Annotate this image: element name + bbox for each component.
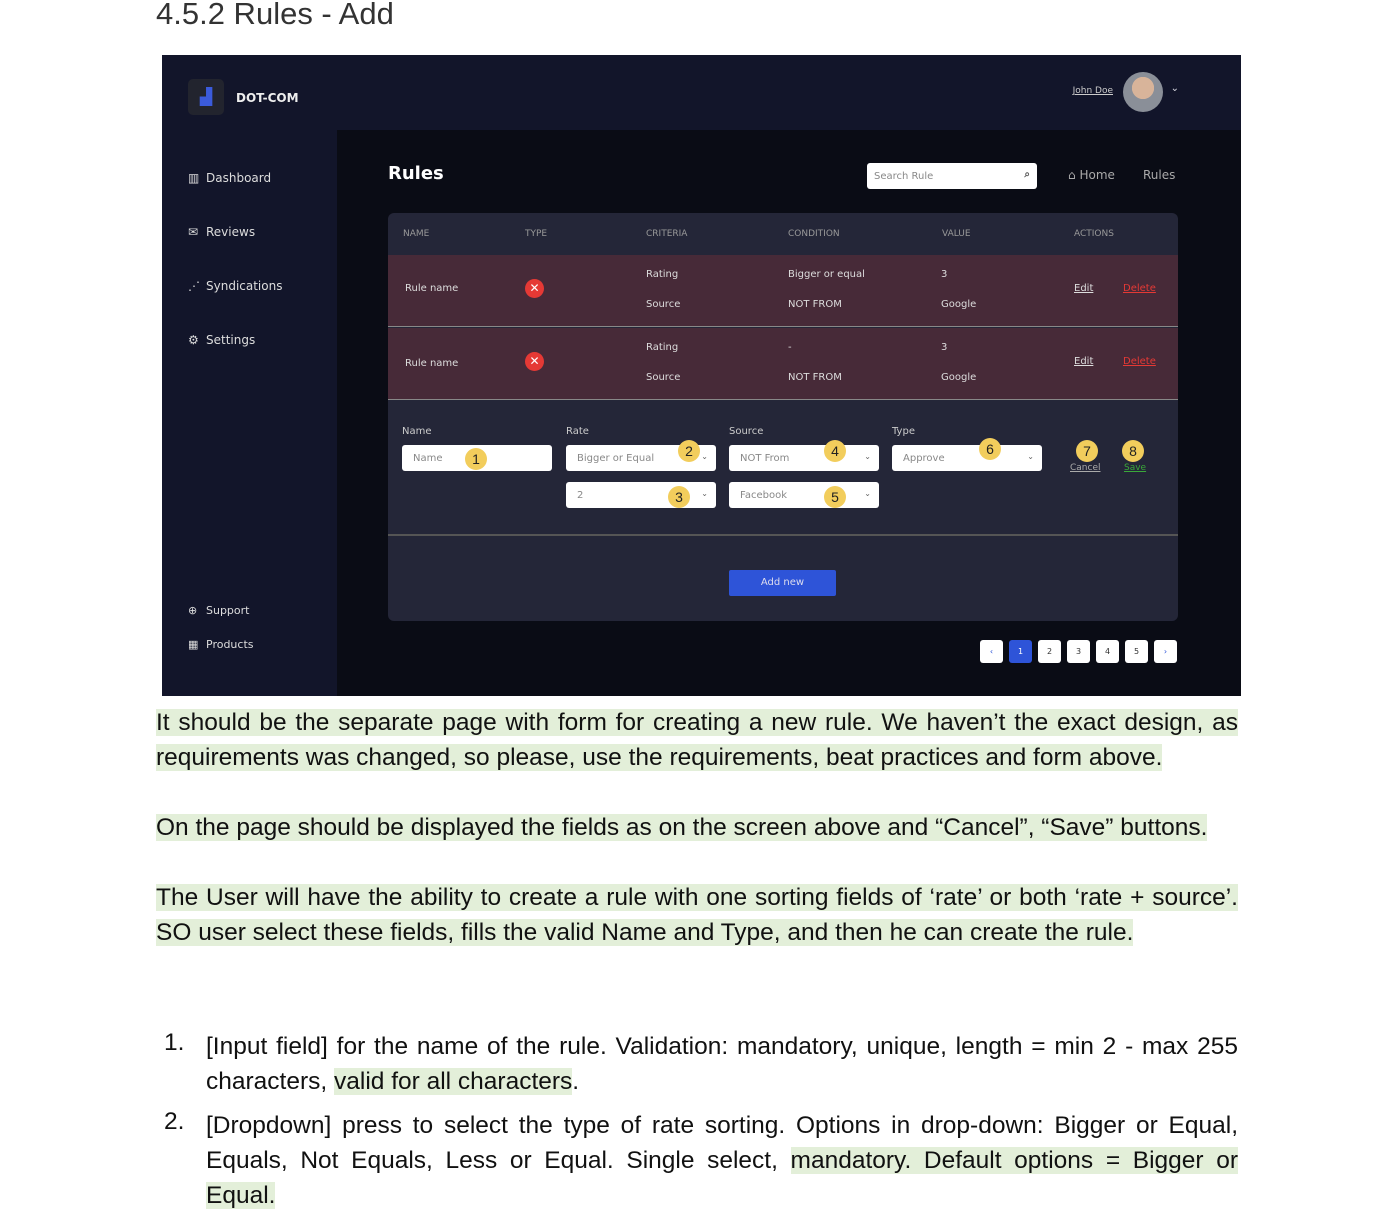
rule-name: Rule name [405, 358, 459, 369]
save-button[interactable]: Save [1124, 463, 1146, 473]
rule-name: Rule name [405, 283, 459, 294]
rate-value-dropdown[interactable]: 2 ⌄ [566, 482, 716, 508]
column-header: VALUE [942, 229, 971, 239]
paragraph-text: It should be the separate page with form… [156, 709, 1238, 771]
value: 3 [941, 269, 948, 280]
nav-reviews[interactable]: ✉ Reviews [188, 225, 255, 239]
value: 3 [941, 342, 948, 353]
value: Google [941, 372, 977, 383]
source-label: Source [729, 426, 764, 437]
chevron-down-icon[interactable]: ⌄ [1171, 83, 1179, 94]
annotation-badge: 5 [824, 486, 846, 508]
annotation-badge: 6 [979, 438, 1001, 460]
criteria: Source [646, 372, 681, 383]
nav-dashboard[interactable]: ▥ Dashboard [188, 171, 271, 185]
gear-icon: ⚙ [188, 333, 199, 347]
edit-link[interactable]: Edit [1074, 283, 1093, 294]
paragraph-text: On the page should be displayed the fiel… [156, 814, 1208, 841]
list-item: [Dropdown] press to select the type of r… [206, 1108, 1238, 1213]
ui-mockup-screenshot: ▟ DOT-COM ▥ Dashboard ✉ Reviews ⋰ Syndicati… [162, 55, 1241, 696]
breadcrumb-rules: Rules [1143, 168, 1176, 182]
lifebuoy-icon: ⊕ [188, 604, 198, 617]
avatar[interactable] [1123, 72, 1163, 112]
chevron-down-icon: ⌄ [701, 452, 708, 461]
annotation-badge: 1 [465, 448, 487, 470]
value: Google [941, 299, 977, 310]
annotation-badge: 3 [668, 486, 690, 508]
nav-settings[interactable]: ⚙ Settings [188, 333, 255, 347]
nav-products[interactable]: ▦ Products [188, 638, 254, 651]
page-button[interactable]: 5 [1125, 640, 1148, 663]
home-icon: ⌂ [1068, 168, 1076, 182]
chevron-down-icon: ⌄ [701, 489, 708, 498]
highlighted-text: valid for all characters [334, 1068, 573, 1095]
criteria: Rating [646, 342, 679, 353]
source-condition-dropdown[interactable]: NOT From ⌄ [729, 445, 879, 471]
page-button[interactable]: 4 [1096, 640, 1119, 663]
rules-table: NAME TYPE CRITERIA CONDITION VALUE ACTIO… [388, 213, 1178, 621]
criteria: Source [646, 299, 681, 310]
add-new-button[interactable]: Add new [729, 570, 836, 596]
page-button[interactable]: 2 [1038, 640, 1061, 663]
paragraph: On the page should be displayed the fiel… [156, 810, 1238, 845]
prev-page-button[interactable]: ‹ [980, 640, 1003, 663]
condition: NOT FROM [788, 372, 842, 383]
column-header: CONDITION [788, 229, 840, 239]
table-row: Rule name ✕ Rating Source - NOT FROM 3 G… [388, 328, 1178, 400]
column-header: CRITERIA [646, 229, 688, 239]
table-row: Rule name ✕ Rating Source Bigger or equa… [388, 255, 1178, 327]
list-number: 1. [164, 1029, 185, 1056]
paragraph-text: The User will have the ability to create… [156, 884, 1238, 946]
search-icon: ⌕ [1024, 169, 1030, 180]
close-circle-icon: ✕ [525, 279, 544, 298]
annotation-badge: 2 [678, 440, 700, 462]
sidebar: ▟ DOT-COM ▥ Dashboard ✉ Reviews ⋰ Syndicati… [162, 55, 337, 696]
divider [388, 534, 1178, 536]
search-input[interactable]: Search Rule ⌕ [867, 163, 1037, 189]
paragraph: The User will have the ability to create… [156, 880, 1238, 950]
paragraph: It should be the separate page with form… [156, 705, 1238, 775]
source-value-dropdown[interactable]: Facebook ⌄ [729, 482, 879, 508]
annotation-badge: 7 [1076, 440, 1098, 462]
page-button[interactable]: 3 [1067, 640, 1090, 663]
column-header: TYPE [525, 229, 548, 239]
criteria: Rating [646, 269, 679, 280]
edit-link[interactable]: Edit [1074, 356, 1093, 367]
annotation-badge: 4 [824, 440, 846, 462]
nav-support[interactable]: ⊕ Support [188, 604, 249, 617]
nav-syndications[interactable]: ⋰ Syndications [188, 279, 282, 293]
annotation-badge: 8 [1122, 440, 1144, 462]
cancel-button[interactable]: Cancel [1070, 463, 1101, 473]
chevron-down-icon: ⌄ [1027, 452, 1034, 461]
page-title: Rules [388, 163, 444, 184]
chart-icon: ▥ [188, 171, 200, 185]
section-heading: 4.5.2 Rules - Add [156, 0, 394, 31]
delete-link[interactable]: Delete [1123, 283, 1156, 294]
condition: NOT FROM [788, 299, 842, 310]
chevron-down-icon: ⌄ [864, 489, 871, 498]
column-header: NAME [403, 229, 430, 239]
type-dropdown[interactable]: Approve ⌄ [892, 445, 1042, 471]
brand-name: DOT-COM [236, 91, 299, 105]
type-label: Type [892, 426, 915, 437]
user-name-link[interactable]: John Doe [1073, 86, 1113, 96]
list-item: [Input field] for the name of the rule. … [206, 1029, 1238, 1099]
rate-label: Rate [566, 426, 589, 437]
envelope-icon: ✉ [188, 225, 199, 239]
logo-chart-icon: ▟ [188, 79, 224, 115]
chevron-down-icon: ⌄ [864, 452, 871, 461]
next-page-button[interactable]: › [1154, 640, 1177, 663]
condition: - [788, 342, 792, 353]
breadcrumb-home[interactable]: ⌂ Home [1068, 168, 1115, 182]
condition: Bigger or equal [788, 269, 865, 280]
page-button[interactable]: 1 [1009, 640, 1032, 663]
scatter-chart-icon: ⋰ [188, 279, 200, 293]
list-number: 2. [164, 1108, 185, 1135]
delete-link[interactable]: Delete [1123, 356, 1156, 367]
column-header: ACTIONS [1074, 229, 1114, 239]
list-text: . [572, 1068, 580, 1095]
table-icon: ▦ [188, 638, 199, 651]
name-label: Name [402, 426, 432, 437]
close-circle-icon: ✕ [525, 352, 544, 371]
